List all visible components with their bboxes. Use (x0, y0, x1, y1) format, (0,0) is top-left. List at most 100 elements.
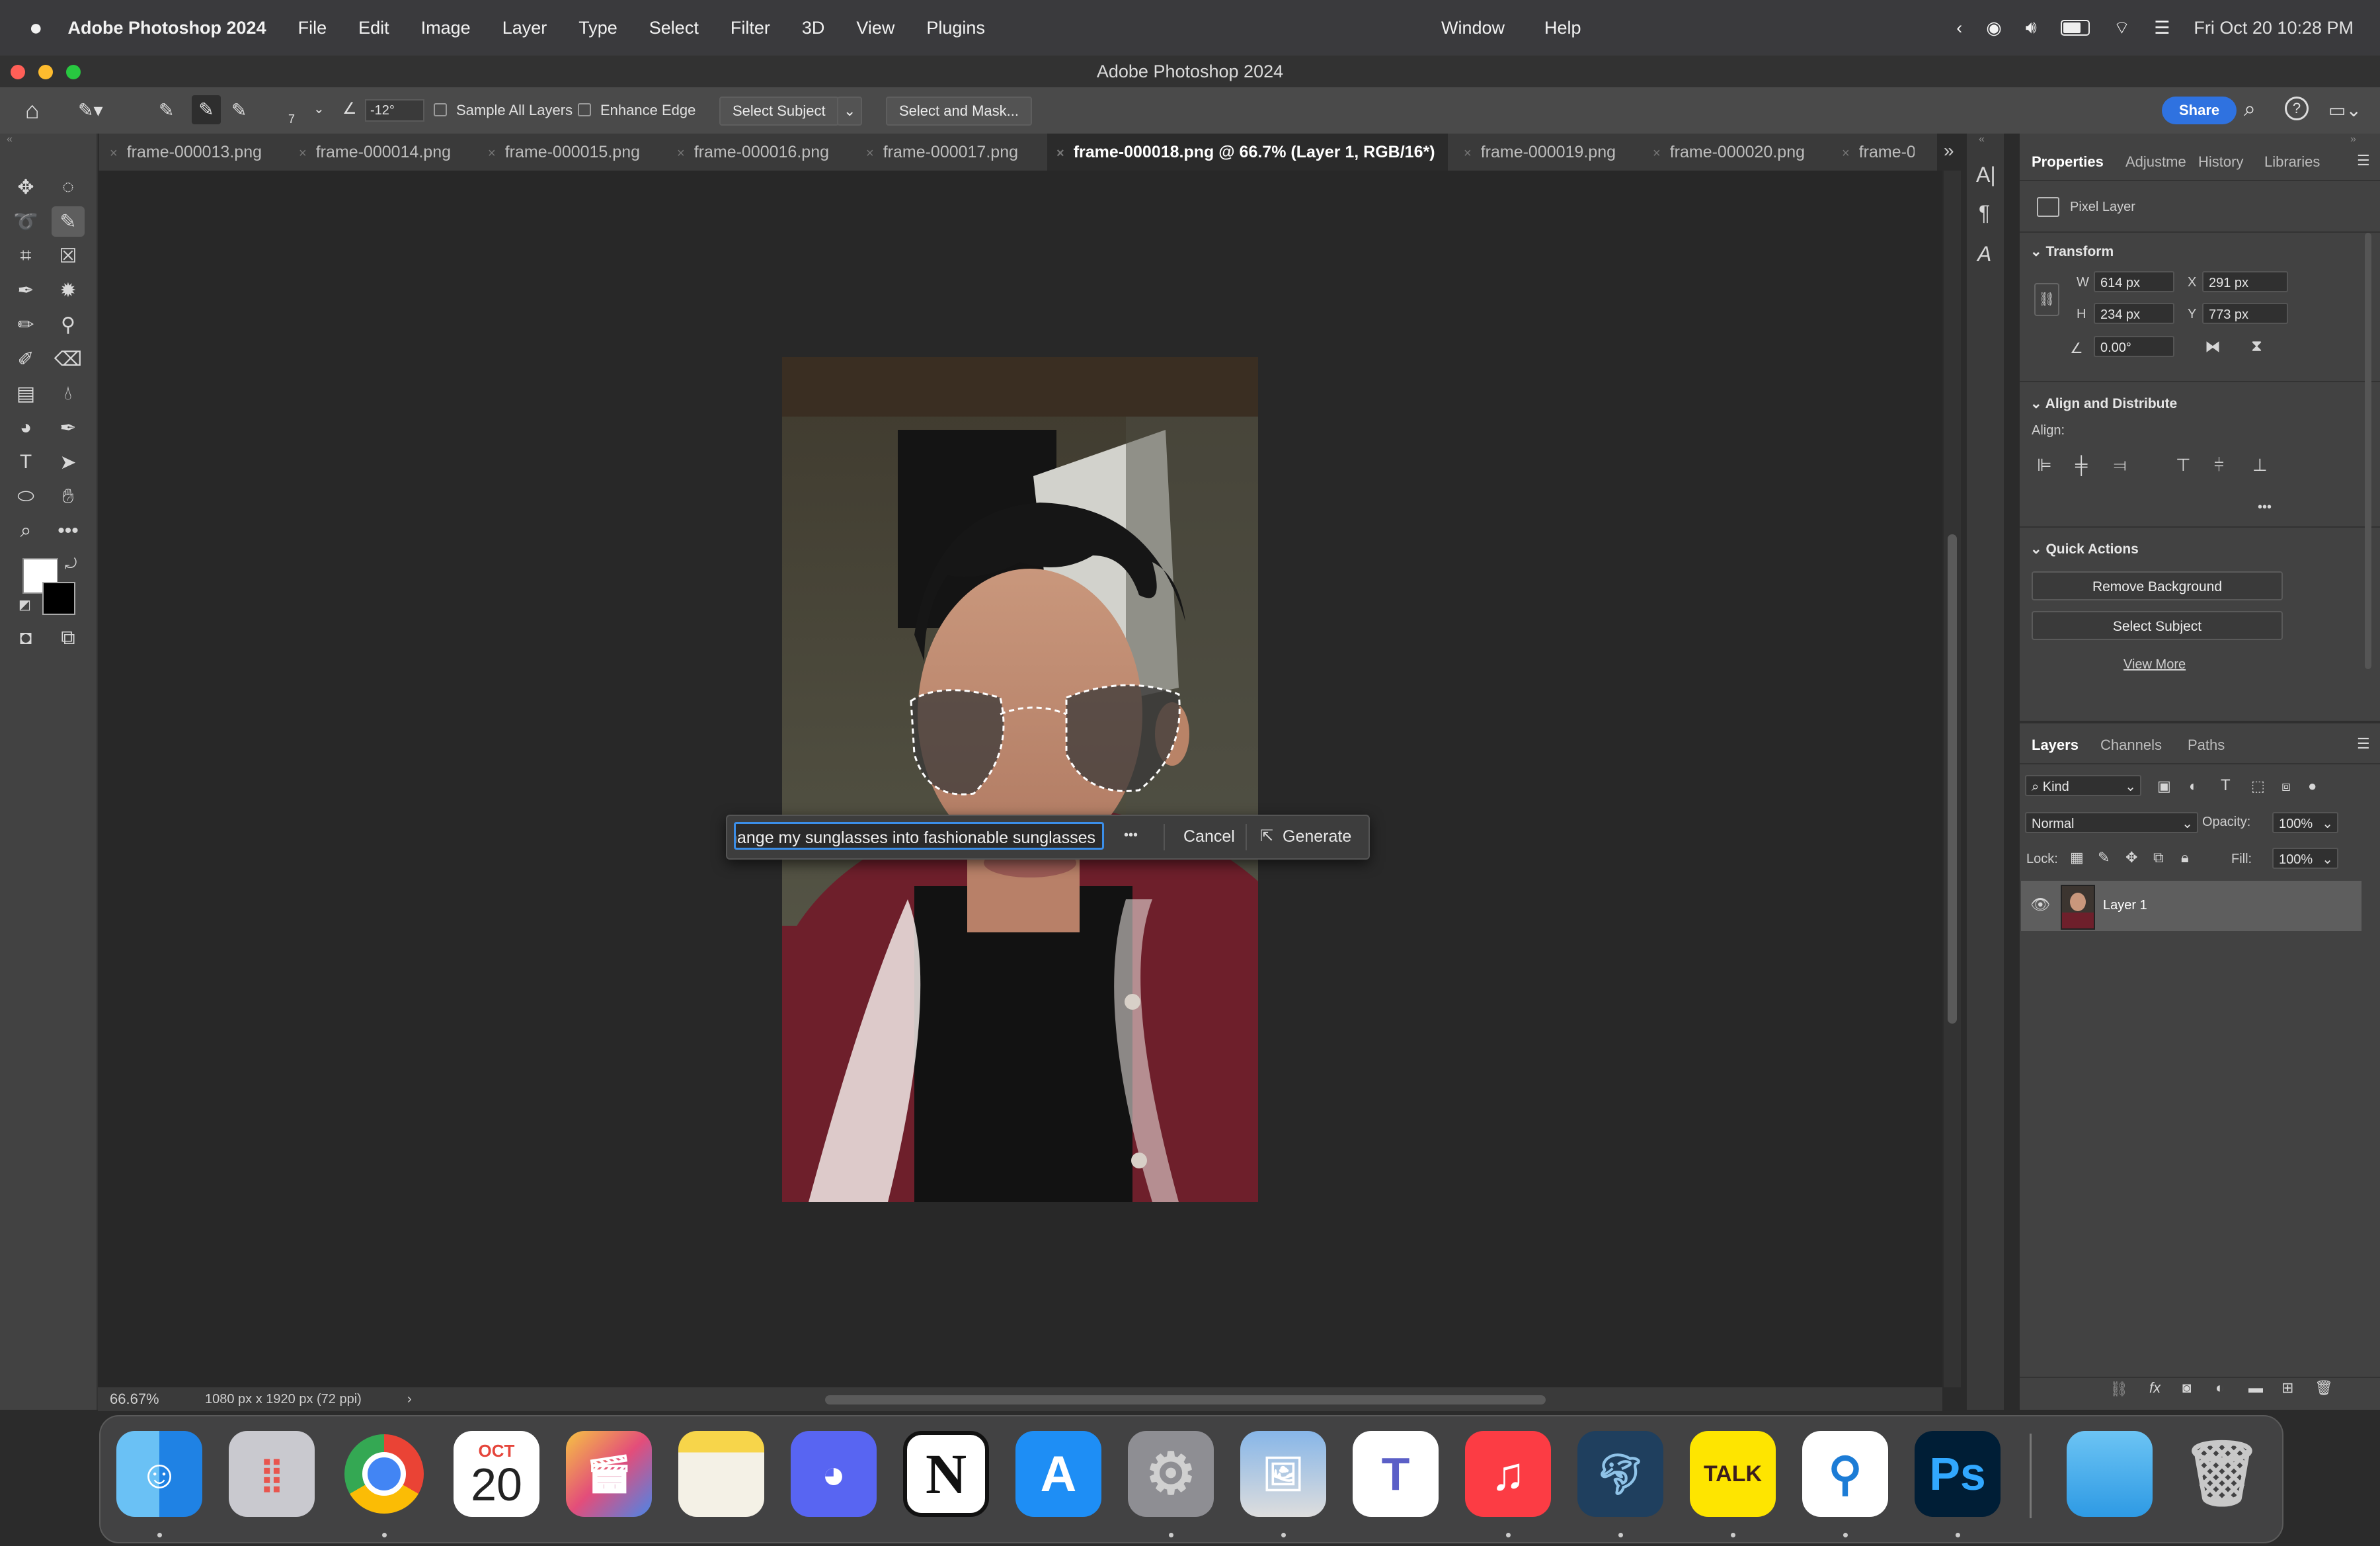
close-tab-icon[interactable]: × (1842, 146, 1850, 161)
new-group-icon[interactable]: ▬ (2248, 1379, 2263, 1397)
clone-stamp-tool-icon[interactable]: ⚲ (52, 309, 85, 340)
select-subject-button[interactable]: Select Subject (719, 97, 839, 126)
tab-frame-000020[interactable]: × frame-000020.png (1653, 134, 1831, 171)
document-info[interactable]: 1080 px x 1920 px (72 ppi) (205, 1387, 362, 1411)
adjustment-layer-icon[interactable]: ◐ (2215, 1379, 2224, 1397)
transform-section-title[interactable]: ⌄ Transform (2030, 243, 2114, 260)
panel-menu-icon[interactable]: ☰ (2357, 152, 2370, 169)
pen-tool-icon[interactable]: ✒ (52, 413, 85, 443)
character-panel-icon[interactable]: A| (1976, 163, 1996, 187)
lasso-tool-icon[interactable]: ➰ (9, 206, 42, 237)
close-tab-icon[interactable]: × (1653, 146, 1661, 161)
brush-size-value[interactable]: 7 (288, 112, 295, 126)
close-tab-icon[interactable]: × (1464, 146, 1472, 161)
filter-toggle-icon[interactable]: ● (2308, 778, 2317, 795)
menu-filter[interactable]: Filter (731, 18, 770, 38)
more-tabs-icon[interactable]: » (1944, 140, 1954, 161)
marquee-tool-icon[interactable]: ◌ (52, 172, 85, 202)
layer-style-icon[interactable]: fx (2149, 1379, 2161, 1397)
paragraph-panel-icon[interactable]: ¶ (1979, 201, 1990, 225)
cancel-button[interactable]: Cancel (1183, 827, 1235, 846)
type-tool-icon[interactable]: T (9, 447, 42, 477)
link-layers-icon[interactable]: ⛓ (2110, 1381, 2128, 1398)
volume-icon[interactable]: 🔊︎ (2026, 17, 2037, 38)
quick-actions-title[interactable]: ⌄ Quick Actions (2030, 541, 2139, 557)
width-field[interactable]: 614 px (2094, 271, 2174, 292)
layer-name[interactable]: Layer 1 (2103, 898, 2147, 913)
menu-window[interactable]: Window (1441, 18, 1505, 38)
more-options-button[interactable]: ••• (1124, 828, 1138, 843)
generate-button[interactable]: Generate (1283, 827, 1351, 846)
music-icon[interactable]: ♫ (1465, 1431, 1551, 1517)
glyphs-panel-icon[interactable]: A (1977, 242, 1991, 266)
close-tab-icon[interactable]: × (1056, 146, 1064, 161)
eyedropper-tool-icon[interactable]: ✒ (9, 275, 42, 305)
calendar-icon[interactable]: OCT 20 (454, 1431, 539, 1517)
menu-datetime[interactable]: Fri Oct 20 10:28 PM (2194, 18, 2354, 38)
teams-icon[interactable]: T (1353, 1431, 1439, 1517)
control-center-icon[interactable]: ☰ (2154, 18, 2170, 38)
notion-icon[interactable]: N (903, 1431, 989, 1517)
document-image[interactable] (782, 357, 1258, 1202)
preview-icon[interactable]: 🖼︎ (1240, 1431, 1326, 1517)
lock-all-icon[interactable]: 🔒︎ (2181, 849, 2189, 866)
history-brush-tool-icon[interactable]: ✐ (9, 344, 42, 374)
apple-icon[interactable]: ● (29, 15, 43, 41)
home-icon[interactable]: ⌂ (25, 97, 40, 124)
remove-background-button[interactable]: Remove Background (2032, 571, 2283, 600)
tab-properties[interactable]: Properties (2032, 153, 2104, 171)
quick-selection-preset-icon[interactable]: ✎▾ (78, 99, 103, 121)
hand-tool-icon[interactable]: ✋︎ (52, 481, 85, 512)
background-color-swatch[interactable] (42, 582, 75, 615)
layers-menu-icon[interactable]: ☰ (2357, 735, 2370, 753)
trash-icon[interactable]: 🗑︎ (2179, 1431, 2265, 1517)
flip-horizontal-icon[interactable]: ⧓ (2205, 337, 2221, 356)
tab-libraries[interactable]: Libraries (2264, 153, 2320, 171)
zoom-tool-icon[interactable]: ⌕ (9, 516, 42, 546)
eye-icon[interactable]: 👁︎ (2030, 895, 2050, 915)
generate-icon[interactable]: ⇱ (1260, 827, 1273, 846)
discord-icon[interactable]: ◕ (791, 1431, 877, 1517)
angle-field[interactable]: -12° (365, 99, 424, 122)
minimize-window-icon[interactable] (38, 65, 53, 79)
layer-thumbnail[interactable] (2061, 885, 2095, 930)
select-subject-dropdown-icon[interactable]: ⌄ (837, 97, 863, 126)
close-tab-icon[interactable]: × (299, 146, 307, 161)
screen-record-icon[interactable]: ◉ (1986, 18, 2002, 38)
spot-healing-tool-icon[interactable]: ✹ (52, 275, 85, 305)
layer-row[interactable]: 👁︎ Layer 1 (2021, 881, 2361, 931)
kakaotalk-icon[interactable]: TALK (1690, 1431, 1776, 1517)
horizontal-scroll-thumb[interactable] (825, 1395, 1546, 1404)
close-window-icon[interactable] (11, 65, 25, 79)
blur-tool-icon[interactable]: 💧︎ (52, 378, 85, 409)
rotation-field[interactable]: 0.00° (2094, 336, 2174, 357)
mysql-workbench-icon[interactable]: 🐬︎ (1577, 1431, 1663, 1517)
tab-frame-truncated[interactable]: × frame-0 (1842, 134, 1915, 171)
collapse-panel-icon[interactable]: » (2350, 134, 2356, 145)
new-layer-icon[interactable]: ⊞ (2281, 1379, 2293, 1397)
close-tab-icon[interactable]: × (866, 146, 874, 161)
collapse-panel-icon[interactable]: « (7, 134, 13, 145)
path-selection-tool-icon[interactable]: ➤ (52, 447, 85, 477)
add-to-selection-icon[interactable]: ✎ (192, 95, 221, 124)
final-cut-icon[interactable]: 🎬︎ (566, 1431, 652, 1517)
height-field[interactable]: 234 px (2094, 303, 2174, 324)
quick-selection-tool-icon[interactable]: ✎ (52, 206, 85, 237)
filter-smart-object-icon[interactable]: ⧈ (2281, 778, 2291, 795)
battery-icon[interactable] (2060, 20, 2090, 36)
filter-adjustment-icon[interactable]: ◐ (2189, 778, 2198, 795)
close-tab-icon[interactable]: × (677, 146, 685, 161)
move-tool-icon[interactable]: ✥ (9, 172, 42, 202)
lock-transparent-icon[interactable]: ▦ (2070, 849, 2084, 866)
share-button[interactable]: Share (2162, 97, 2237, 124)
edit-toolbar-icon[interactable]: ••• (52, 516, 85, 546)
fill-field[interactable]: 100% ⌄ (2272, 848, 2338, 869)
app-store-icon[interactable]: A (1015, 1431, 1101, 1517)
vertical-scroll-thumb[interactable] (1948, 534, 1957, 1024)
close-tab-icon[interactable]: × (110, 146, 118, 161)
vertical-scrollbar[interactable] (1944, 171, 1961, 1387)
brush-tool-icon[interactable]: ✏ (9, 309, 42, 340)
opacity-field[interactable]: 100% ⌄ (2272, 812, 2338, 833)
brush-size-dropdown-icon[interactable]: ⌄ (313, 101, 325, 117)
chrome-icon[interactable] (341, 1431, 427, 1517)
